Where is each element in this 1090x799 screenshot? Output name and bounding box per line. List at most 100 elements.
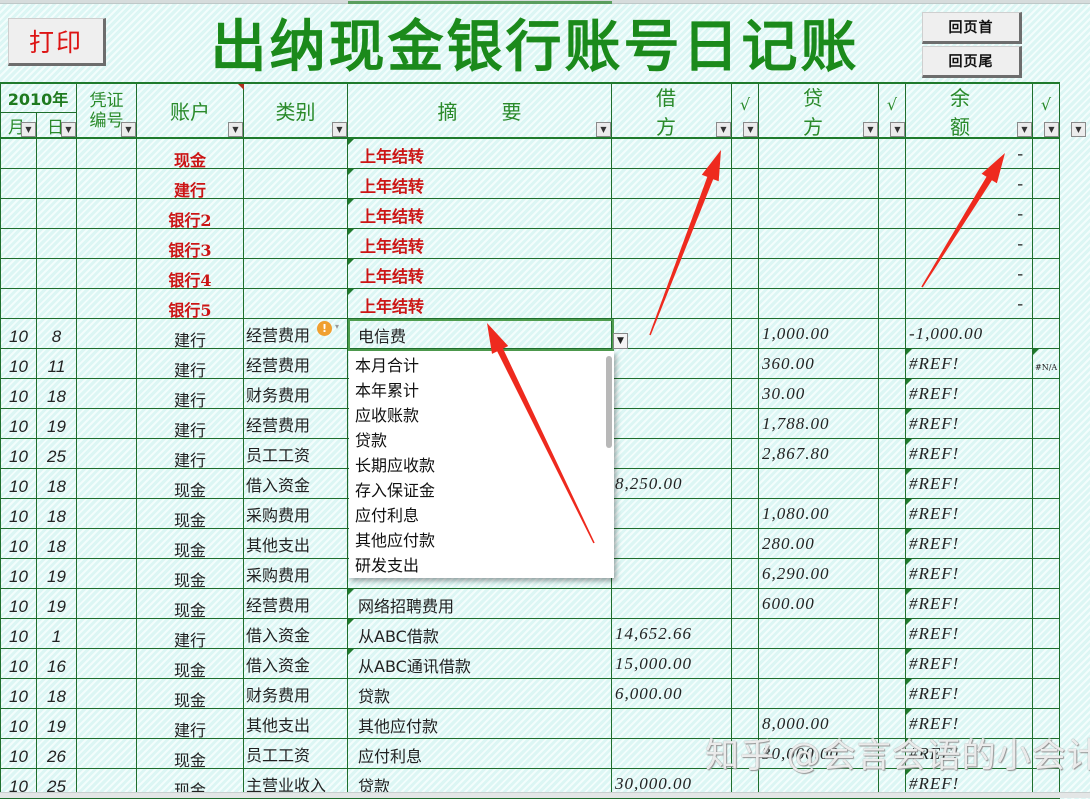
- cell-month[interactable]: 10: [0, 469, 37, 499]
- cell-voucher[interactable]: [77, 139, 137, 169]
- cell-debit[interactable]: [612, 559, 732, 589]
- cell-day[interactable]: 18: [37, 499, 77, 529]
- cell-credit[interactable]: 360.00: [759, 349, 879, 379]
- cell-balance[interactable]: -: [906, 289, 1033, 319]
- dropdown-option[interactable]: 长期应收款: [355, 453, 435, 478]
- cell-month[interactable]: 10: [0, 499, 37, 529]
- cell-debit-check[interactable]: [732, 709, 759, 739]
- cell-day[interactable]: 8: [37, 319, 77, 349]
- cell-balance[interactable]: #REF!: [906, 739, 1033, 769]
- cell-account[interactable]: 现金: [137, 589, 244, 619]
- cell-credit-check[interactable]: [879, 679, 906, 709]
- cell-balance-check[interactable]: [1033, 439, 1060, 469]
- cell-credit[interactable]: 2,867.80: [759, 439, 879, 469]
- cell-category[interactable]: 经营费用: [244, 349, 348, 379]
- cell-month[interactable]: 10: [0, 739, 37, 769]
- cell-voucher[interactable]: [77, 229, 137, 259]
- cell-month[interactable]: [0, 169, 37, 199]
- cell-debit-check[interactable]: [732, 679, 759, 709]
- filter-dropdown-credit-button[interactable]: ▼: [863, 122, 878, 137]
- cell-account[interactable]: 建行: [137, 409, 244, 439]
- cell-credit-check[interactable]: [879, 319, 906, 349]
- warning-icon[interactable]: !: [317, 321, 332, 336]
- cell-voucher[interactable]: [77, 259, 137, 289]
- cell-debit[interactable]: [612, 529, 732, 559]
- cell-voucher[interactable]: [77, 379, 137, 409]
- filter-dropdown-month-button[interactable]: ▼: [21, 122, 36, 137]
- cell-category[interactable]: [244, 199, 348, 229]
- cell-debit[interactable]: [612, 199, 732, 229]
- cell-month[interactable]: [0, 139, 37, 169]
- cell-balance[interactable]: -1,000.00: [906, 319, 1033, 349]
- cell-credit-check[interactable]: [879, 469, 906, 499]
- cell-debit[interactable]: [612, 169, 732, 199]
- cell-debit[interactable]: [612, 739, 732, 769]
- cell-credit-check[interactable]: [879, 649, 906, 679]
- dropdown-option[interactable]: 应付利息: [355, 503, 419, 528]
- cell-balance[interactable]: -: [906, 169, 1033, 199]
- cell-debit-check[interactable]: [732, 259, 759, 289]
- cell-credit[interactable]: [759, 469, 879, 499]
- cell-category[interactable]: [244, 229, 348, 259]
- cell-credit[interactable]: [759, 169, 879, 199]
- dropdown-scrollbar-thumb[interactable]: [606, 356, 612, 448]
- cell-category[interactable]: 财务费用: [244, 379, 348, 409]
- cell-credit[interactable]: [759, 649, 879, 679]
- cell-balance[interactable]: #REF!: [906, 379, 1033, 409]
- cell-credit[interactable]: 8,000.00: [759, 709, 879, 739]
- cell-credit[interactable]: [759, 199, 879, 229]
- cell-balance-check[interactable]: [1033, 229, 1060, 259]
- cell-debit[interactable]: 6,000.00: [612, 679, 732, 709]
- cell-day[interactable]: 11: [37, 349, 77, 379]
- cell-account[interactable]: 建行: [137, 619, 244, 649]
- cell-voucher[interactable]: [77, 739, 137, 769]
- filter-dropdown-balance-check-button[interactable]: ▼: [1044, 122, 1059, 137]
- cell-debit[interactable]: 8,250.00: [612, 469, 732, 499]
- cell-day[interactable]: 16: [37, 649, 77, 679]
- dropdown-option[interactable]: 其他应付款: [355, 528, 435, 553]
- cell-month[interactable]: [0, 199, 37, 229]
- cell-account[interactable]: 现金: [137, 139, 244, 169]
- cell-debit-check[interactable]: [732, 559, 759, 589]
- cell-balance-check[interactable]: [1033, 499, 1060, 529]
- cell-debit-check[interactable]: [732, 499, 759, 529]
- cell-category[interactable]: 借入资金: [244, 649, 348, 679]
- cell-debit[interactable]: [612, 259, 732, 289]
- cell-summary[interactable]: 上年结转: [348, 199, 612, 229]
- cell-debit[interactable]: [612, 139, 732, 169]
- filter-dropdown-account-button[interactable]: ▼: [228, 122, 243, 137]
- cell-credit[interactable]: [759, 619, 879, 649]
- cell-credit[interactable]: 30,000.00: [759, 739, 879, 769]
- cell-voucher[interactable]: [77, 679, 137, 709]
- cell-day[interactable]: 19: [37, 589, 77, 619]
- cell-voucher[interactable]: [77, 709, 137, 739]
- cell-day[interactable]: [37, 139, 77, 169]
- cell-account[interactable]: 现金: [137, 739, 244, 769]
- cell-month[interactable]: [0, 289, 37, 319]
- cell-account[interactable]: 现金: [137, 649, 244, 679]
- cell-balance[interactable]: #REF!: [906, 649, 1033, 679]
- cell-balance-check[interactable]: [1033, 319, 1060, 349]
- cell-debit[interactable]: [612, 409, 732, 439]
- cell-debit[interactable]: [612, 379, 732, 409]
- cell-debit-check[interactable]: [732, 739, 759, 769]
- cell-account[interactable]: 建行: [137, 169, 244, 199]
- cell-balance[interactable]: #REF!: [906, 349, 1033, 379]
- cell-debit-check[interactable]: [732, 349, 759, 379]
- cell-balance-check[interactable]: [1033, 409, 1060, 439]
- cell-month[interactable]: 10: [0, 409, 37, 439]
- cell-day[interactable]: 18: [37, 679, 77, 709]
- cell-credit[interactable]: [759, 229, 879, 259]
- go-to-bottom-button[interactable]: 回页尾: [922, 46, 1022, 78]
- cell-credit-check[interactable]: [879, 499, 906, 529]
- cell-account[interactable]: 银行2: [137, 199, 244, 229]
- cell-category[interactable]: [244, 139, 348, 169]
- cell-month[interactable]: 10: [0, 559, 37, 589]
- cell-debit-check[interactable]: [732, 229, 759, 259]
- cell-month[interactable]: 10: [0, 589, 37, 619]
- cell-balance[interactable]: #REF!: [906, 529, 1033, 559]
- cell-credit-check[interactable]: [879, 439, 906, 469]
- cell-month[interactable]: 10: [0, 649, 37, 679]
- cell-debit[interactable]: [612, 709, 732, 739]
- cell-credit-check[interactable]: [879, 529, 906, 559]
